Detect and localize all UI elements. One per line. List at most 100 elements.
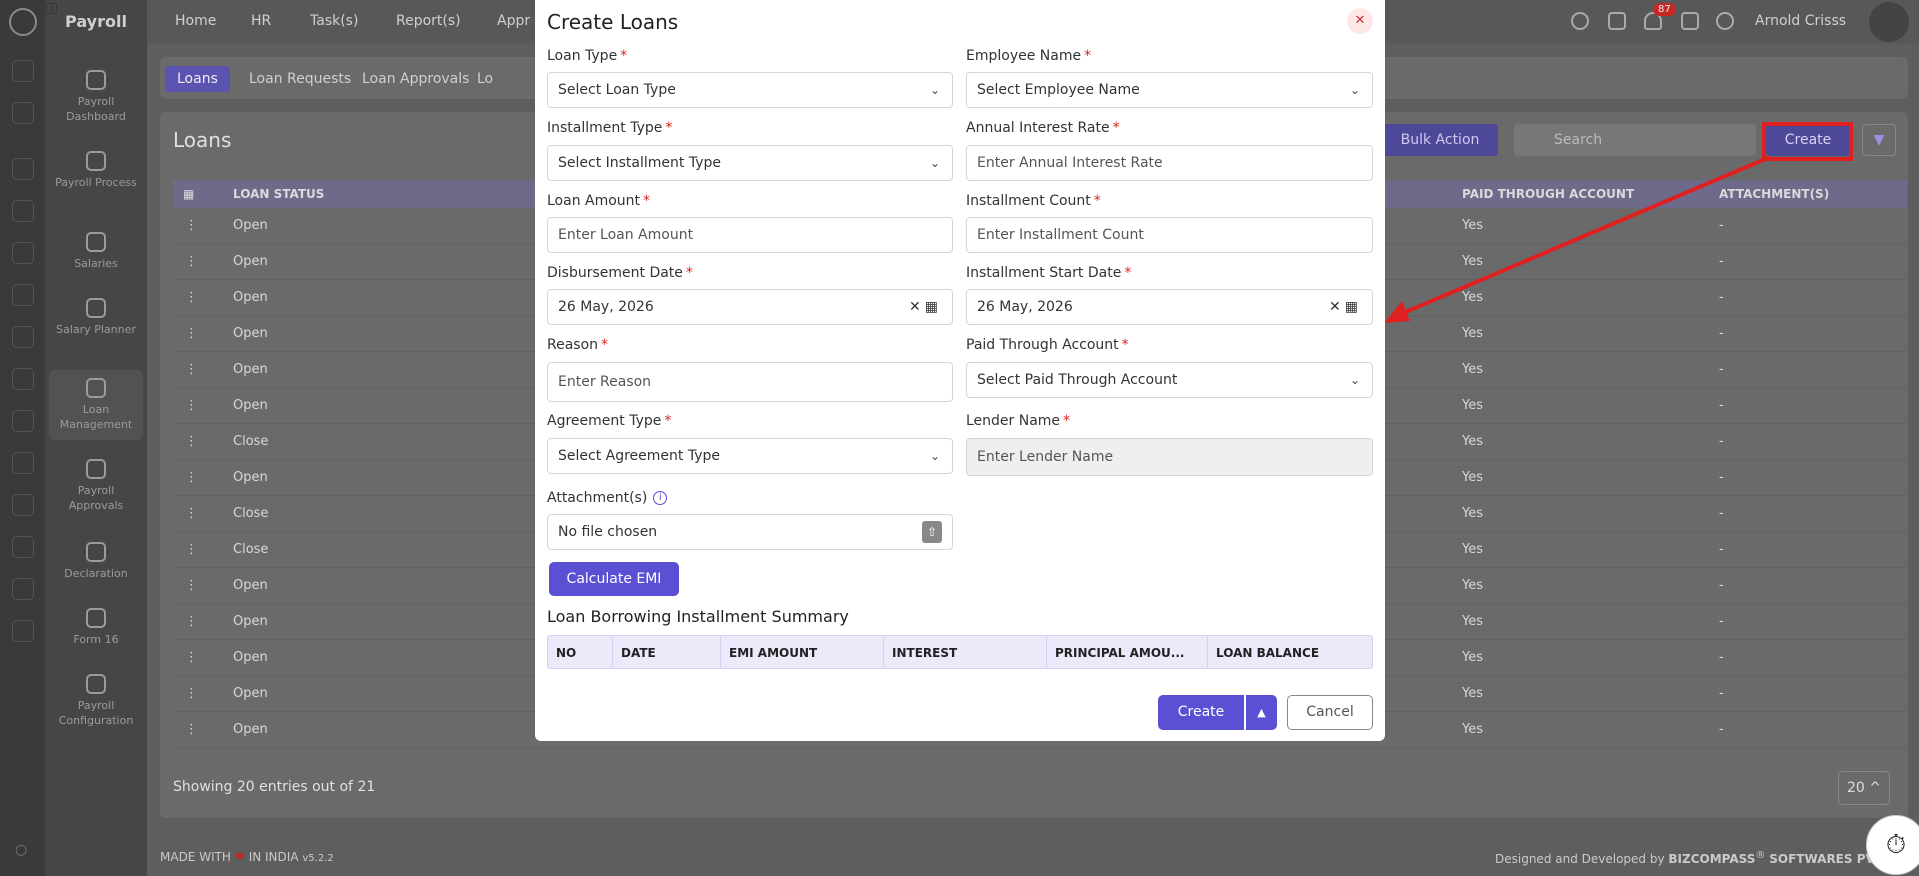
row-menu-icon[interactable]: ⋮ [185, 686, 198, 701]
row-menu-icon[interactable]: ⋮ [185, 506, 198, 521]
row-menu-icon[interactable]: ⋮ [185, 326, 198, 341]
sidebar-item-payroll-dashboard[interactable]: Payroll Dashboard [49, 70, 143, 124]
disbursement-date-input[interactable]: 26 May, 2026 ✕▦ [547, 289, 953, 325]
installment-type-select[interactable]: Select Installment Type ⌄ [547, 145, 953, 181]
row-menu-icon[interactable]: ⋮ [185, 218, 198, 233]
rail-icon[interactable] [12, 536, 34, 558]
paid-through-account-select[interactable]: Select Paid Through Account ⌄ [966, 362, 1373, 398]
paid-through-account-label: Paid Through Account * [966, 337, 1129, 353]
tab-loan-approvals[interactable]: Loan Approvals [350, 66, 481, 92]
rail-icon[interactable] [12, 620, 34, 642]
gear-icon[interactable] [1716, 12, 1734, 30]
rail-icon[interactable] [12, 578, 34, 600]
entries-info: Showing 20 entries out of 21 [173, 779, 376, 795]
tab-loan-other[interactable]: Lo [465, 66, 505, 92]
paid-through-cell: Yes [1462, 434, 1483, 449]
rail-icon[interactable] [12, 158, 34, 180]
rail-icon[interactable] [12, 242, 34, 264]
row-menu-icon[interactable]: ⋮ [185, 578, 198, 593]
row-menu-icon[interactable]: ⋮ [185, 542, 198, 557]
tab-loans[interactable]: Loans [165, 66, 230, 92]
rail-icon[interactable] [12, 284, 34, 306]
attachment-cell: - [1719, 650, 1724, 665]
page-size-select[interactable]: 20 ^ [1838, 771, 1890, 805]
row-menu-icon[interactable]: ⋮ [185, 398, 198, 413]
rail-icon[interactable] [12, 452, 34, 474]
approvals-icon [86, 459, 106, 479]
close-icon[interactable]: ✕ [1347, 8, 1373, 34]
row-menu-icon[interactable]: ⋮ [185, 290, 198, 305]
attachments-file-input[interactable]: No file chosen ⇧ [547, 514, 953, 550]
sidebar-item-payroll-configuration[interactable]: Payroll Configuration [49, 674, 143, 728]
avatar[interactable] [1869, 2, 1909, 42]
annual-interest-rate-input[interactable]: Enter Annual Interest Rate [966, 145, 1373, 181]
row-menu-icon[interactable]: ⋮ [185, 434, 198, 449]
app-footer: MADE WITH ❤ IN INDIA v5.2.2 Designed and… [147, 838, 1919, 876]
column-select-icon[interactable]: ▦ [183, 187, 194, 201]
rail-icon[interactable] [12, 410, 34, 432]
modal-create-button[interactable]: Create [1158, 695, 1244, 730]
page-title: Loans [173, 128, 232, 152]
chevron-up-icon[interactable]: ▲ [1246, 695, 1277, 730]
sidebar-item-payroll-approvals[interactable]: Payroll Approvals [49, 459, 143, 513]
calendar-icon[interactable] [1608, 12, 1626, 30]
row-menu-icon[interactable]: ⋮ [185, 362, 198, 377]
row-menu-icon[interactable]: ⋮ [185, 650, 198, 665]
user-name[interactable]: Arnold Crisss [1755, 13, 1846, 29]
sidebar-item-payroll-process[interactable]: Payroll Process [49, 151, 143, 190]
clear-calendar-icon[interactable]: ✕▦ [909, 290, 942, 324]
row-menu-icon[interactable]: ⋮ [185, 614, 198, 629]
nav-tasks[interactable]: Task(s) [310, 13, 358, 29]
upload-icon[interactable]: ⇧ [922, 521, 942, 543]
sidebar-item-declaration[interactable]: Declaration [49, 542, 143, 581]
chevron-down-icon: ⌄ [1349, 373, 1360, 387]
reason-textarea[interactable]: Enter Reason [547, 362, 953, 402]
apps-grid-icon[interactable] [1681, 12, 1699, 30]
nav-hr[interactable]: HR [251, 13, 271, 29]
rail-icon[interactable] [12, 494, 34, 516]
column-header[interactable]: LOAN STATUS [233, 187, 324, 201]
installment-start-date-input[interactable]: 26 May, 2026 ✕▦ [966, 289, 1373, 325]
agreement-type-select[interactable]: Select Agreement Type ⌄ [547, 438, 953, 474]
sidebar-item-salaries[interactable]: Salaries [49, 232, 143, 271]
nav-approvals[interactable]: Appr [497, 13, 530, 29]
employee-name-select[interactable]: Select Employee Name ⌄ [966, 72, 1373, 108]
sidebar-item-loan-management[interactable]: Loan Management [49, 370, 143, 440]
clear-calendar-icon[interactable]: ✕▦ [1329, 290, 1362, 324]
loan-amount-input[interactable]: Enter Loan Amount [547, 217, 953, 253]
installment-start-date-label: Installment Start Date * [966, 265, 1132, 281]
row-menu-icon[interactable]: ⋮ [185, 722, 198, 737]
tab-loan-requests[interactable]: Loan Requests [237, 66, 363, 92]
rail-icon[interactable] [12, 326, 34, 348]
row-menu-icon[interactable]: ⋮ [185, 254, 198, 269]
rail-icon[interactable] [12, 102, 34, 124]
installment-count-input[interactable]: Enter Installment Count [966, 217, 1373, 253]
bulk-action-button[interactable]: Bulk Action [1382, 124, 1498, 156]
attachments-label: Attachment(s) i [547, 490, 668, 506]
nav-reports[interactable]: Report(s) [396, 13, 461, 29]
row-menu-icon[interactable]: ⋮ [185, 470, 198, 485]
rail-icon[interactable] [12, 200, 34, 222]
info-icon[interactable]: i [653, 491, 668, 505]
paid-through-cell: Yes [1462, 722, 1483, 737]
sidebar-item-salary-planner[interactable]: Salary Planner [49, 298, 143, 337]
search-icon[interactable] [1571, 12, 1589, 30]
loan-type-select[interactable]: Select Loan Type ⌄ [547, 72, 953, 108]
search-input[interactable]: Search [1514, 124, 1756, 156]
search-icon[interactable]: ○ [15, 842, 27, 858]
chevron-down-icon: ⌄ [929, 83, 940, 97]
attachment-cell: - [1719, 434, 1724, 449]
rail-icon[interactable] [12, 368, 34, 390]
lender-name-input[interactable]: Enter Lender Name [966, 438, 1373, 476]
nav-home[interactable]: Home [175, 13, 216, 29]
calculate-emi-button[interactable]: Calculate EMI [549, 562, 679, 596]
rail-icon[interactable] [12, 60, 34, 82]
disbursement-date-label: Disbursement Date * [547, 265, 693, 281]
paid-through-cell: Yes [1462, 686, 1483, 701]
cancel-button[interactable]: Cancel [1287, 695, 1373, 730]
stopwatch-icon[interactable]: ⏱ [1866, 815, 1919, 875]
app-logo[interactable] [9, 8, 37, 36]
filter-icon[interactable]: ▼ [1862, 124, 1896, 156]
gear-icon [86, 674, 106, 694]
sidebar-item-form-16[interactable]: Form 16 [49, 608, 143, 647]
